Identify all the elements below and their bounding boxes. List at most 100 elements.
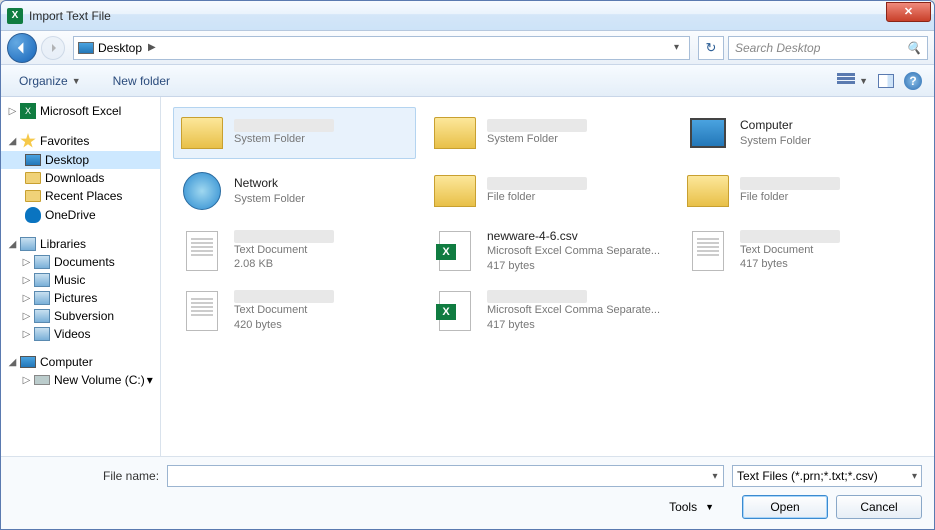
view-mode-button[interactable] <box>837 73 855 89</box>
excel-icon: X <box>20 103 36 119</box>
tile-meta: Microsoft Excel Comma Separate...417 byt… <box>487 290 660 333</box>
file-tile[interactable]: Text Document417 bytes <box>679 223 922 279</box>
chevron-down-icon: ▾ <box>912 471 917 482</box>
refresh-button[interactable]: ↻ <box>698 36 724 60</box>
tile-name: newware-4-6.csv <box>487 228 660 244</box>
file-tile[interactable]: System Folder <box>426 107 669 159</box>
folder-user-icon <box>178 112 226 154</box>
drive-icon <box>34 375 50 385</box>
filename-input[interactable] <box>168 466 707 486</box>
tile-sub1: Microsoft Excel Comma Separate... <box>487 303 660 318</box>
help-button[interactable]: ? <box>904 72 922 90</box>
tree-item-videos[interactable]: ▷Videos <box>1 325 160 343</box>
libraries-icon <box>20 237 36 251</box>
onedrive-icon <box>25 207 41 223</box>
file-tile[interactable]: newware-4-6.csvMicrosoft Excel Comma Sep… <box>426 223 669 279</box>
file-tile[interactable]: System Folder <box>173 107 416 159</box>
file-tile[interactable]: File folder <box>426 165 669 217</box>
tile-meta: ComputerSystem Folder <box>740 117 811 148</box>
tile-sub1: System Folder <box>234 192 305 207</box>
tile-name <box>487 177 587 190</box>
tile-sub2: 417 bytes <box>487 259 660 274</box>
folder-icon <box>431 170 479 212</box>
star-icon <box>20 133 36 149</box>
folder-icon <box>25 190 41 202</box>
address-dropdown[interactable]: ▾ <box>668 42 685 53</box>
tree-item-pictures[interactable]: ▷Pictures <box>1 289 160 307</box>
tree-item-subversion[interactable]: ▷Subversion <box>1 307 160 325</box>
preview-pane-button[interactable] <box>878 74 894 88</box>
close-button[interactable]: ✕ <box>886 2 931 22</box>
folder-user-icon <box>431 112 479 154</box>
tile-sub1: File folder <box>487 190 587 205</box>
tile-meta: System Folder <box>234 119 334 147</box>
tree-item-excel[interactable]: ▷XMicrosoft Excel <box>1 101 160 121</box>
tile-sub2: 417 bytes <box>740 257 840 272</box>
nav-forward-button[interactable] <box>41 36 65 60</box>
tree-item-drive-c[interactable]: ▷New Volume (C:)▾ <box>1 371 160 389</box>
tree-item-downloads[interactable]: Downloads <box>1 169 160 187</box>
tools-button[interactable]: Tools▼ <box>669 500 714 514</box>
nav-bar: Desktop ▶ ▾ ↻ Search Desktop 🔍 <box>1 31 934 65</box>
search-placeholder: Search Desktop <box>735 41 820 55</box>
videos-icon <box>34 327 50 341</box>
tile-name <box>234 119 334 132</box>
tree-item-onedrive[interactable]: OneDrive <box>1 205 160 225</box>
tile-name <box>487 119 587 132</box>
file-list: System FolderSystem FolderComputerSystem… <box>161 97 934 456</box>
txt-icon <box>178 230 226 272</box>
tile-sub1: System Folder <box>234 132 334 147</box>
tile-sub1: File folder <box>740 190 840 205</box>
toolbar: Organize▼ New folder ▼ ? <box>1 65 934 97</box>
address-location: Desktop <box>98 41 142 55</box>
tree-item-music[interactable]: ▷Music <box>1 271 160 289</box>
tile-meta: Text Document2.08 KB <box>234 230 334 273</box>
nav-back-button[interactable] <box>7 33 37 63</box>
new-folder-button[interactable]: New folder <box>107 70 176 92</box>
csv-icon <box>431 230 479 272</box>
chevron-down-icon[interactable]: ▼ <box>859 76 868 86</box>
organize-button[interactable]: Organize▼ <box>13 70 87 92</box>
computer-icon <box>20 356 36 368</box>
tree-item-computer[interactable]: ◢Computer <box>1 353 160 371</box>
network-icon <box>178 170 226 212</box>
tree-item-libraries[interactable]: ◢Libraries <box>1 235 160 253</box>
tile-sub1: System Folder <box>487 132 587 147</box>
file-tile[interactable]: NetworkSystem Folder <box>173 165 416 217</box>
tile-sub1: System Folder <box>740 134 811 149</box>
filename-input-wrap: ▾ <box>167 465 724 487</box>
tile-name <box>740 177 840 190</box>
arrow-right-icon <box>48 43 58 53</box>
tile-meta: newware-4-6.csvMicrosoft Excel Comma Sep… <box>487 228 660 274</box>
tile-sub1: Text Document <box>234 243 334 258</box>
filename-label: File name: <box>103 469 159 483</box>
chevron-down-icon: ▼ <box>72 76 81 86</box>
music-icon <box>34 273 50 287</box>
computer-icon <box>684 112 732 154</box>
file-tile[interactable]: ComputerSystem Folder <box>679 107 922 159</box>
csv-icon <box>431 290 479 332</box>
search-input[interactable]: Search Desktop 🔍 <box>728 36 928 60</box>
file-type-filter[interactable]: Text Files (*.prn;*.txt;*.csv)▾ <box>732 465 922 487</box>
tree-item-desktop[interactable]: Desktop <box>1 151 160 169</box>
tile-name: Computer <box>740 117 811 133</box>
tree-item-documents[interactable]: ▷Documents <box>1 253 160 271</box>
arrow-left-icon <box>15 41 29 55</box>
file-tile[interactable]: Text Document2.08 KB <box>173 223 416 279</box>
tree-item-favorites[interactable]: ◢Favorites <box>1 131 160 151</box>
search-icon: 🔍 <box>906 41 921 55</box>
cancel-button[interactable]: Cancel <box>836 495 922 519</box>
filename-dropdown[interactable]: ▾ <box>707 471 723 482</box>
tile-meta: File folder <box>487 177 587 205</box>
tile-sub2: 417 bytes <box>487 318 660 333</box>
file-tile[interactable]: Text Document420 bytes <box>173 285 416 338</box>
file-tile[interactable]: File folder <box>679 165 922 217</box>
tree-item-recent[interactable]: Recent Places <box>1 187 160 205</box>
pictures-icon <box>34 291 50 305</box>
file-dialog-window: X Import Text File ✕ Desktop ▶ ▾ ↻ Searc… <box>0 0 935 530</box>
tile-sub1: Text Document <box>740 243 840 258</box>
tile-sub2: 2.08 KB <box>234 257 334 272</box>
address-bar[interactable]: Desktop ▶ ▾ <box>73 36 690 60</box>
open-button[interactable]: Open <box>742 495 828 519</box>
file-tile[interactable]: Microsoft Excel Comma Separate...417 byt… <box>426 285 669 338</box>
